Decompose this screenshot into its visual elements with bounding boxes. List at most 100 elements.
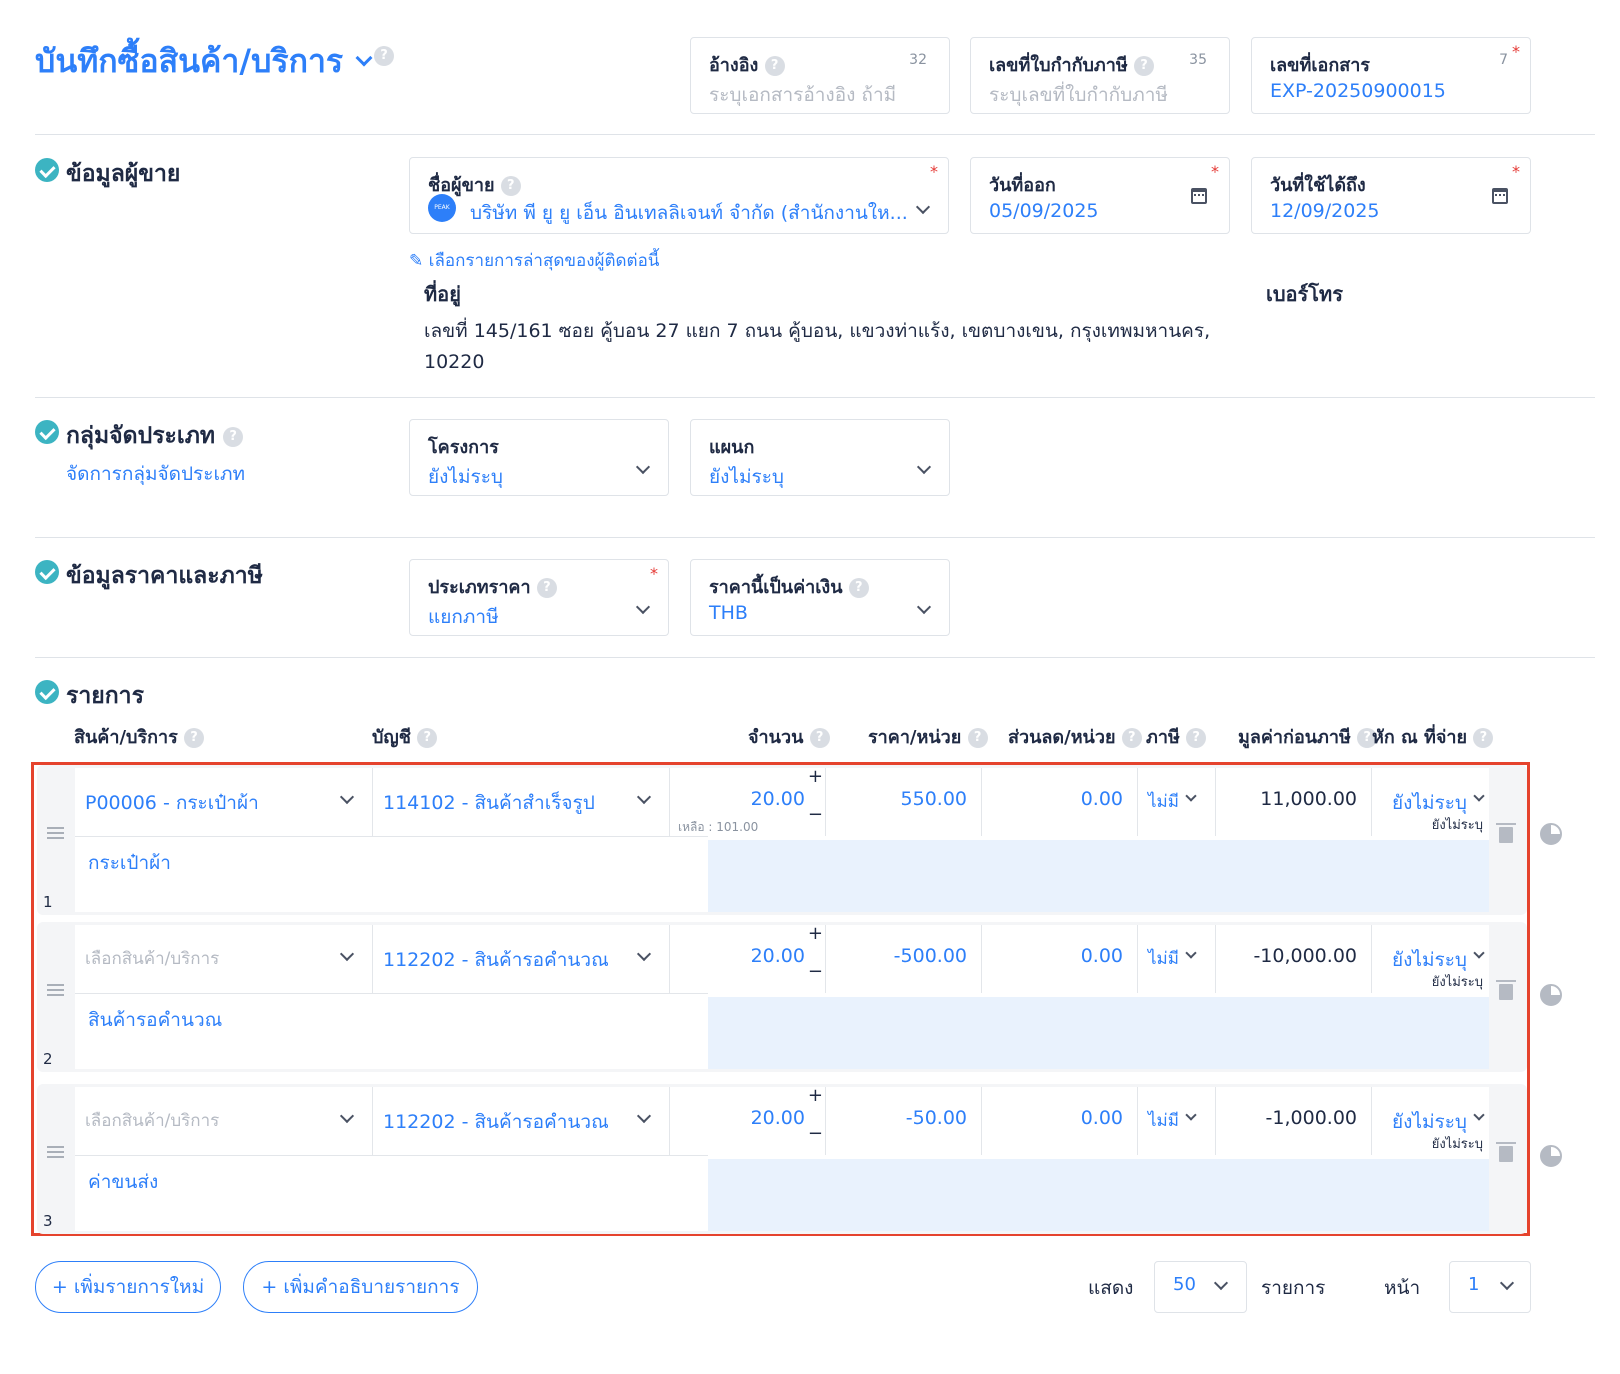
department-select[interactable]: แผนก ยังไม่ระบุ <box>690 419 950 496</box>
help-icon[interactable]: ? <box>417 728 438 748</box>
chevron-down-icon[interactable] <box>355 49 373 67</box>
help-icon[interactable]: ? <box>967 728 988 748</box>
help-icon[interactable]: ? <box>1186 728 1207 748</box>
minus-icon[interactable]: − <box>808 961 823 982</box>
chevron-down-icon[interactable] <box>1473 790 1485 802</box>
account-select[interactable]: 114102 - สินค้าสำเร็จรูป <box>373 768 670 836</box>
pie-chart-icon[interactable] <box>1540 1145 1562 1167</box>
page-title-wrap[interactable]: บันทึกซื้อสินค้า/บริการ <box>35 36 373 87</box>
chevron-down-icon[interactable] <box>636 1108 652 1124</box>
issue-date-input[interactable]: 05/09/2025 <box>989 200 1099 222</box>
help-icon[interactable]: ? <box>848 578 869 598</box>
chevron-down-icon[interactable] <box>339 946 355 962</box>
chevron-down-icon[interactable] <box>1473 947 1485 959</box>
help-icon[interactable]: ? <box>809 728 830 748</box>
project-select[interactable]: โครงการ ยังไม่ระบุ <box>409 419 669 496</box>
qty-input[interactable]: 20.00 + − เหลือ : 101.00 <box>670 766 826 836</box>
qty-input[interactable]: 20.00 + − <box>670 923 826 993</box>
calendar-icon[interactable] <box>1492 188 1508 204</box>
trash-icon[interactable] <box>1496 1142 1516 1162</box>
product-select[interactable]: เลือกสินค้า/บริการ <box>75 925 373 993</box>
item-description[interactable]: สินค้ารอคำนวณ <box>88 1005 222 1035</box>
manage-classification-link[interactable]: จัดการกลุ่มจัดประเภท <box>66 459 245 489</box>
chevron-down-icon[interactable] <box>636 946 652 962</box>
wht-select[interactable]: ยังไม่ระบุ ยังไม่ระบุ <box>1372 925 1489 993</box>
doc-number-input[interactable]: EXP-20250900015 <box>1270 80 1446 102</box>
discount-input[interactable]: 0.00 <box>982 768 1138 836</box>
plus-icon[interactable]: + <box>808 766 823 787</box>
calendar-icon[interactable] <box>1191 188 1207 204</box>
drag-handle-icon[interactable] <box>47 1146 64 1158</box>
chevron-down-icon[interactable] <box>1499 1275 1515 1291</box>
page-size-select[interactable]: 50 <box>1154 1261 1247 1313</box>
reference-input[interactable]: ระบุเอกสารอ้างอิง ถ้ามี <box>709 80 896 110</box>
chevron-down-icon[interactable] <box>635 599 651 615</box>
account-select[interactable]: 112202 - สินค้ารอคำนวณ <box>373 1087 670 1155</box>
doc-number-field[interactable]: เลขที่เอกสาร 7 * EXP-20250900015 <box>1251 37 1531 114</box>
trash-icon[interactable] <box>1496 980 1516 1000</box>
chevron-down-icon[interactable] <box>339 1108 355 1124</box>
tax-select[interactable]: ไม่มี <box>1138 925 1216 993</box>
chevron-down-icon[interactable] <box>339 789 355 805</box>
tax-select[interactable]: ไม่มี <box>1138 1087 1216 1155</box>
price-type-select[interactable]: ประเภทราคา ? * แยกภาษี <box>409 559 669 636</box>
help-icon[interactable]: ? <box>1473 728 1494 748</box>
vendor-name-field[interactable]: ชื่อผู้ขาย ? * PEAK บริษัท พี ยู ยู เอ็น… <box>409 157 949 234</box>
discount-input[interactable]: 0.00 <box>982 1087 1138 1155</box>
pie-chart-icon[interactable] <box>1540 984 1562 1006</box>
issue-date-field[interactable]: วันที่ออก * 05/09/2025 <box>970 157 1230 234</box>
chevron-down-icon[interactable] <box>1185 947 1197 959</box>
price-input[interactable]: 550.00 <box>826 768 982 836</box>
help-icon[interactable]: ? <box>1121 728 1142 748</box>
recent-link[interactable]: ✎ เลือกรายการล่าสุดของผู้ติดต่อนี้ <box>409 247 659 274</box>
qty-input[interactable]: 20.00 + − <box>670 1085 826 1155</box>
drag-handle-icon[interactable] <box>47 984 64 996</box>
tax-invoice-input[interactable]: ระบุเลขที่ใบกำกับภาษี <box>989 80 1168 110</box>
chevron-down-icon[interactable] <box>916 599 932 615</box>
add-item-button[interactable]: + เพิ่มรายการใหม่ <box>35 1261 221 1313</box>
minus-icon[interactable]: − <box>808 1123 823 1144</box>
page-number-select[interactable]: 1 <box>1449 1261 1531 1313</box>
trash-icon[interactable] <box>1496 823 1516 843</box>
plus-icon[interactable]: + <box>808 923 823 944</box>
chevron-down-icon[interactable] <box>635 459 651 475</box>
wht-select[interactable]: ยังไม่ระบุ ยังไม่ระบุ <box>1372 768 1489 836</box>
chevron-down-icon[interactable] <box>1185 790 1197 802</box>
chevron-down-icon[interactable] <box>1185 1109 1197 1121</box>
chevron-down-icon[interactable] <box>1213 1275 1229 1291</box>
discount-input[interactable]: 0.00 <box>982 925 1138 993</box>
plus-icon[interactable]: + <box>808 1085 823 1106</box>
minus-icon[interactable]: − <box>808 804 823 825</box>
description-area[interactable] <box>708 997 1489 1069</box>
help-icon[interactable]: ? <box>184 728 205 748</box>
help-icon[interactable]: ? <box>764 56 785 76</box>
chevron-down-icon[interactable] <box>916 459 932 475</box>
item-description[interactable]: ค่าขนส่ง <box>88 1167 158 1197</box>
help-icon[interactable]: ? <box>374 46 394 66</box>
product-select[interactable]: เลือกสินค้า/บริการ <box>75 1087 373 1155</box>
help-icon[interactable]: ? <box>1134 56 1155 76</box>
valid-date-field[interactable]: วันที่ใช้ได้ถึง * 12/09/2025 <box>1251 157 1531 234</box>
price-input[interactable]: -50.00 <box>826 1087 982 1155</box>
help-icon[interactable]: ? <box>500 176 521 196</box>
description-area[interactable] <box>708 1159 1489 1231</box>
product-select[interactable]: P00006 - กระเป๋าผ้า <box>75 768 373 836</box>
currency-select[interactable]: ราคานี้เป็นค่าเงิน ? THB <box>690 559 950 636</box>
tax-invoice-field[interactable]: เลขที่ใบกำกับภาษี ? 35 ระบุเลขที่ใบกำกับ… <box>970 37 1230 114</box>
add-description-button[interactable]: + เพิ่มคำอธิบายรายการ <box>243 1261 478 1313</box>
valid-date-input[interactable]: 12/09/2025 <box>1270 200 1380 222</box>
item-description[interactable]: กระเป๋าผ้า <box>88 848 171 878</box>
help-icon[interactable]: ? <box>223 426 244 447</box>
drag-handle-icon[interactable] <box>47 827 64 839</box>
wht-select[interactable]: ยังไม่ระบุ ยังไม่ระบุ <box>1372 1087 1489 1155</box>
account-select[interactable]: 112202 - สินค้ารอคำนวณ <box>373 925 670 993</box>
chevron-down-icon[interactable] <box>915 199 931 215</box>
reference-field[interactable]: อ้างอิง ? 32 ระบุเอกสารอ้างอิง ถ้ามี <box>690 37 950 114</box>
description-area[interactable] <box>708 840 1489 912</box>
pie-chart-icon[interactable] <box>1540 823 1562 845</box>
tax-select[interactable]: ไม่มี <box>1138 768 1216 836</box>
price-input[interactable]: -500.00 <box>826 925 982 993</box>
chevron-down-icon[interactable] <box>1473 1109 1485 1121</box>
help-icon[interactable]: ? <box>536 578 557 598</box>
chevron-down-icon[interactable] <box>636 789 652 805</box>
